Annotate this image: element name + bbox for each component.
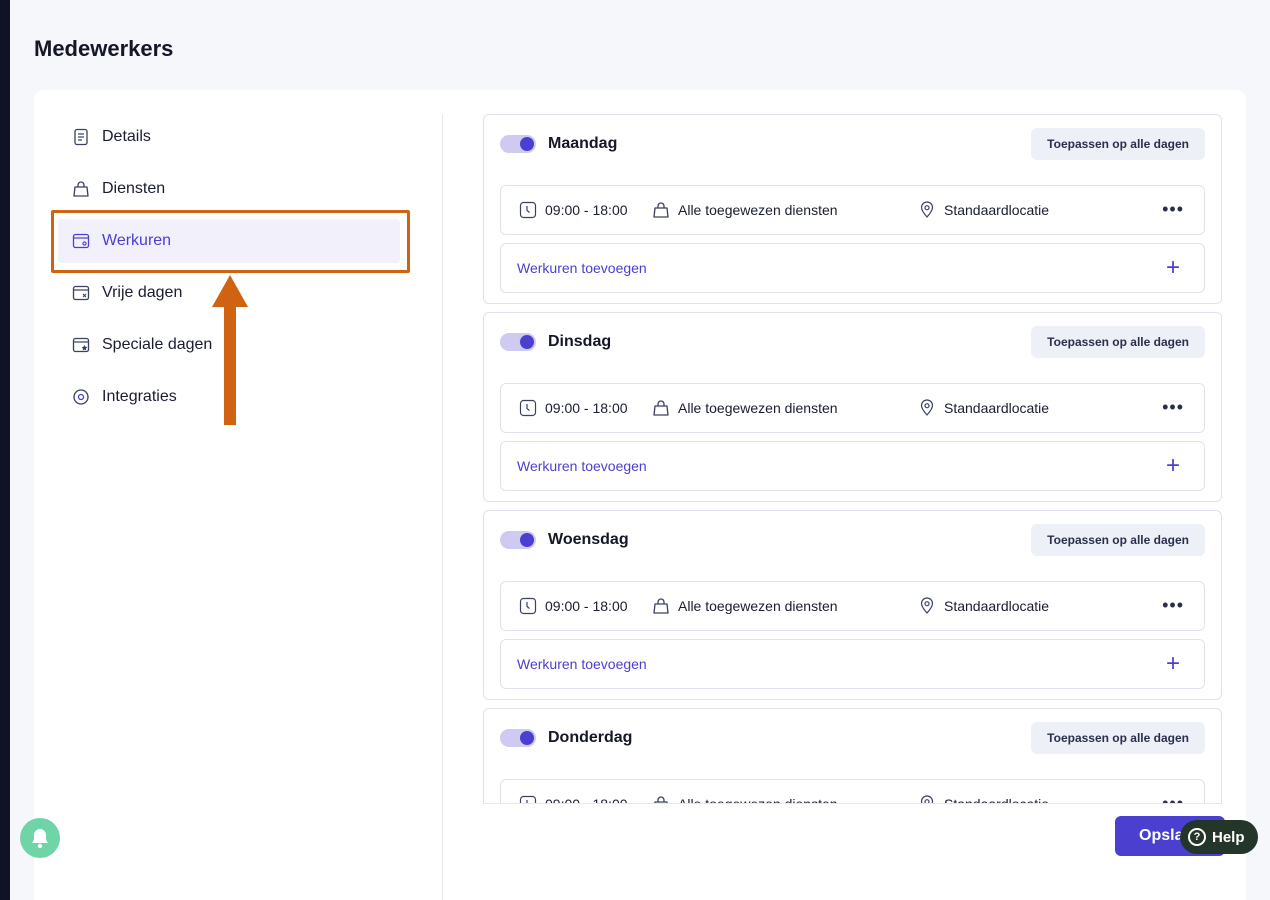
document-icon [72,128,90,146]
integration-icon [72,388,90,406]
apply-all-days-button[interactable]: Toepassen op alle dagen [1031,128,1205,160]
location-text: Standaardlocatie [944,202,1050,218]
day-panel: Woensdag Toepassen op alle dagen 09:00 -… [483,510,1222,700]
day-name: Dinsdag [548,333,612,350]
time-slot-services[interactable]: Alle toegewezen diensten [652,399,838,417]
arrow-up-annotation [212,275,248,425]
add-working-hours-label: Werkuren toevoegen [517,260,647,276]
day-name: Woensdag [548,531,629,548]
bag-icon [652,201,670,219]
calendar-x-icon [72,284,90,302]
toggle-knob [520,731,534,745]
day-name: Donderdag [548,729,633,746]
day-enabled-toggle[interactable] [500,333,536,351]
time-slot-row: 09:00 - 18:00 Alle toegewezen diensten S… [500,581,1205,631]
location-pin-icon [918,597,936,615]
sidebar-divider [442,114,443,900]
more-options-icon[interactable]: ••• [1162,200,1184,218]
bag-icon [652,399,670,417]
time-slot-location[interactable]: Standaardlocatie [918,201,1049,219]
time-slot-location[interactable]: Standaardlocatie [918,399,1049,417]
time-slot-time[interactable]: 09:00 - 18:00 [519,201,628,219]
toggle-knob [520,533,534,547]
calendar-star-icon [72,336,90,354]
add-working-hours-label: Werkuren toevoegen [517,458,647,474]
time-range-text: 09:00 - 18:00 [545,400,628,416]
question-icon: ? [1188,828,1206,846]
sidebar-item-label: Speciale dagen [102,336,213,353]
sidebar-item-werkuren[interactable]: Werkuren [58,219,400,263]
day-enabled-toggle[interactable] [500,729,536,747]
day-panel: Dinsdag Toepassen op alle dagen 09:00 - … [483,312,1222,502]
location-pin-icon [918,201,936,219]
add-working-hours-button[interactable]: Werkuren toevoegen + [500,441,1205,491]
add-working-hours-button[interactable]: Werkuren toevoegen + [500,243,1205,293]
location-pin-icon [918,399,936,417]
plus-icon: + [1165,452,1180,479]
day-enabled-toggle[interactable] [500,531,536,549]
app-left-edge [0,0,10,900]
time-slot-time[interactable]: 09:00 - 18:00 [519,399,628,417]
time-slot-services[interactable]: Alle toegewezen diensten [652,201,838,219]
location-text: Standaardlocatie [944,598,1050,614]
services-text: Alle toegewezen diensten [678,400,838,416]
apply-all-days-button[interactable]: Toepassen op alle dagen [1031,524,1205,556]
help-button[interactable]: ? Help [1180,820,1258,854]
location-text: Standaardlocatie [944,400,1050,416]
bell-icon [32,829,48,849]
time-range-text: 09:00 - 18:00 [545,202,628,218]
time-range-text: 09:00 - 18:00 [545,598,628,614]
time-slot-services[interactable]: Alle toegewezen diensten [652,597,838,615]
calendar-clock-icon [72,232,90,250]
time-slot-row: 09:00 - 18:00 Alle toegewezen diensten S… [500,383,1205,433]
clock-icon [519,399,537,417]
services-text: Alle toegewezen diensten [678,598,838,614]
toggle-knob [520,335,534,349]
clock-icon [519,597,537,615]
time-slot-location[interactable]: Standaardlocatie [918,597,1049,615]
page-title: Medewerkers [34,36,174,61]
time-slot-time[interactable]: 09:00 - 18:00 [519,597,628,615]
toggle-knob [520,137,534,151]
services-text: Alle toegewezen diensten [678,202,838,218]
sidebar-item-diensten[interactable]: Diensten [58,167,400,211]
bag-icon [652,597,670,615]
add-working-hours-button[interactable]: Werkuren toevoegen + [500,639,1205,689]
sidebar-item-label: Details [102,128,151,145]
sidebar-item-details[interactable]: Details [58,115,400,159]
help-label: Help [1212,828,1245,846]
plus-icon: + [1165,254,1180,281]
plus-icon: + [1165,650,1180,677]
bag-icon [72,180,90,198]
sidebar-item-label: Vrije dagen [102,284,183,301]
day-enabled-toggle[interactable] [500,135,536,153]
sidebar-item-label: Diensten [102,180,166,197]
add-working-hours-label: Werkuren toevoegen [517,656,647,672]
clock-icon [519,201,537,219]
apply-all-days-button[interactable]: Toepassen op alle dagen [1031,722,1205,754]
sidebar-item-label: Integraties [102,388,177,405]
more-options-icon[interactable]: ••• [1162,398,1184,416]
sidebar-item-label: Werkuren [102,232,172,249]
day-name: Maandag [548,135,618,152]
day-panel: Maandag Toepassen op alle dagen 09:00 - … [483,114,1222,304]
save-bar-border [483,803,1222,804]
more-options-icon[interactable]: ••• [1162,596,1184,614]
notification-bell-button[interactable] [20,818,60,858]
time-slot-row: 09:00 - 18:00 Alle toegewezen diensten S… [500,185,1205,235]
apply-all-days-button[interactable]: Toepassen op alle dagen [1031,326,1205,358]
